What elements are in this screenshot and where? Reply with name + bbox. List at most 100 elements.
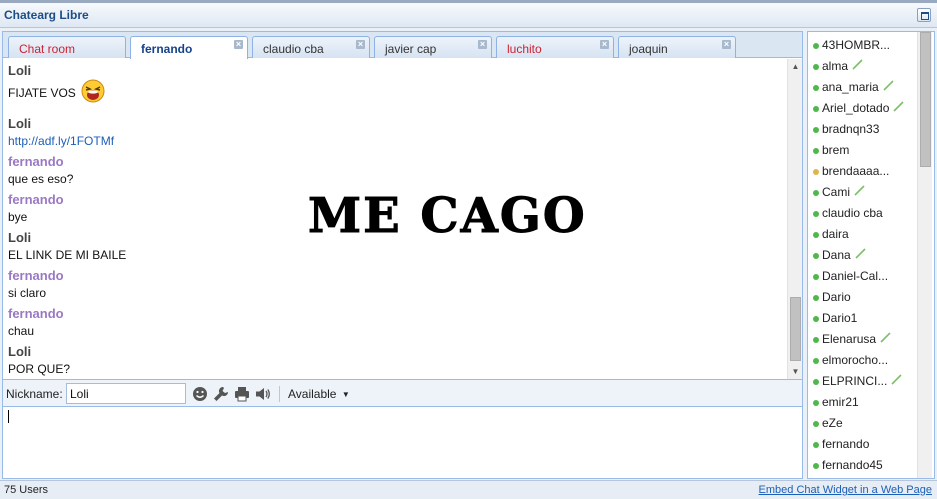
- chat-message: Loli EL LINK DE MI BAILE: [8, 230, 126, 264]
- pencil-icon: [855, 248, 866, 259]
- printer-icon[interactable]: [234, 386, 250, 402]
- tab-luchito[interactable]: luchito ×: [496, 36, 614, 58]
- chat-message: Loli http://adf.ly/1FOTMf: [8, 116, 114, 150]
- user-list-item[interactable]: fernando45: [813, 456, 918, 477]
- presence-dot-icon: [813, 316, 819, 322]
- user-list-item[interactable]: eZe: [813, 414, 918, 435]
- text-caret: [8, 410, 9, 423]
- user-list-item[interactable]: bradnqn33: [813, 120, 918, 141]
- chat-toolbar: Nickname: Available: [3, 379, 802, 407]
- scroll-thumb[interactable]: [790, 297, 801, 361]
- tab-label: joaquin: [629, 42, 668, 56]
- title-bar: Chatearg Libre: [0, 0, 937, 28]
- presence-dot-icon: [813, 379, 819, 385]
- user-name: 43HOMBR...: [822, 38, 891, 52]
- message-author: fernando: [8, 306, 64, 321]
- tab-chat-room[interactable]: Chat room: [8, 36, 126, 58]
- user-list-item[interactable]: brem: [813, 141, 918, 162]
- message-text: POR QUE?: [8, 362, 71, 376]
- message-author: fernando: [8, 154, 64, 169]
- close-icon[interactable]: ×: [600, 40, 609, 49]
- user-list-item[interactable]: 43HOMBR...: [813, 36, 918, 57]
- presence-dot-icon: [813, 169, 819, 175]
- user-list-item[interactable]: elmorocho...: [813, 351, 918, 372]
- close-icon[interactable]: ×: [478, 40, 487, 49]
- presence-dot-icon: [813, 442, 819, 448]
- status-dropdown[interactable]: Available ▼: [288, 387, 350, 401]
- user-list-item[interactable]: Daniel-Cal...: [813, 267, 918, 288]
- user-list-item[interactable]: Cami: [813, 183, 918, 204]
- nickname-input[interactable]: [66, 383, 186, 404]
- embed-widget-link[interactable]: Embed Chat Widget in a Web Page: [759, 484, 932, 496]
- chat-message: fernando bye: [8, 192, 64, 226]
- status-label: Available: [288, 387, 337, 401]
- close-icon[interactable]: ×: [722, 40, 731, 49]
- presence-dot-icon: [813, 358, 819, 364]
- chevron-down-icon: ▼: [341, 390, 350, 399]
- maximize-icon[interactable]: [917, 8, 931, 22]
- user-name: ELPRINCI...: [822, 374, 888, 388]
- message-author: Loli: [8, 230, 32, 245]
- user-list-item[interactable]: daira: [813, 225, 918, 246]
- close-icon[interactable]: ×: [234, 40, 243, 49]
- user-name: ana_maria: [822, 80, 879, 94]
- user-list-item[interactable]: emir21: [813, 393, 918, 414]
- laughing-face-icon: [81, 79, 105, 103]
- chat-message: fernando chau: [8, 306, 64, 340]
- tab-claudio-cba[interactable]: claudio cba ×: [252, 36, 370, 58]
- tab-javier-cap[interactable]: javier cap ×: [374, 36, 492, 58]
- user-name: Ariel_dotado: [822, 101, 890, 115]
- user-list-item[interactable]: alma: [813, 57, 918, 78]
- tab-fernando[interactable]: fernando ×: [130, 36, 248, 59]
- user-name: Cami: [822, 185, 851, 199]
- scroll-thumb[interactable]: [920, 32, 931, 167]
- user-name: emir21: [822, 395, 859, 409]
- user-list-item[interactable]: ana_maria: [813, 78, 918, 99]
- tab-label: javier cap: [385, 42, 437, 56]
- tab-label: fernando: [141, 42, 193, 56]
- user-name: bradnqn33: [822, 122, 880, 136]
- toolbar-separator: [279, 386, 280, 402]
- message-author: fernando: [8, 268, 64, 283]
- user-list-item[interactable]: Dana: [813, 246, 918, 267]
- tab-bar: Chat room fernando × claudio cba × javie…: [3, 32, 802, 59]
- user-list-item[interactable]: brendaaaa...: [813, 162, 918, 183]
- presence-dot-icon: [813, 43, 819, 49]
- chat-message: fernando si claro: [8, 268, 64, 302]
- message-text: si claro: [8, 286, 47, 300]
- chat-message: fernando que es eso?: [8, 154, 73, 188]
- user-name: daira: [822, 227, 849, 241]
- scroll-down-icon[interactable]: ▼: [788, 364, 803, 379]
- message-input[interactable]: [3, 407, 802, 478]
- user-list-item[interactable]: claudio cba: [813, 204, 918, 225]
- pencil-icon: [883, 80, 894, 91]
- user-list-item[interactable]: Ariel_dotado: [813, 99, 918, 120]
- message-scrollbar[interactable]: ▲ ▼: [787, 59, 802, 379]
- scroll-up-icon[interactable]: ▲: [788, 59, 803, 74]
- wrench-icon[interactable]: [213, 386, 229, 402]
- user-list-item[interactable]: Dario1: [813, 309, 918, 330]
- presence-dot-icon: [813, 106, 819, 112]
- user-list-item[interactable]: fernando: [813, 435, 918, 456]
- message-author: Loli: [8, 63, 32, 78]
- user-list-item[interactable]: Dario: [813, 288, 918, 309]
- message-link[interactable]: http://adf.ly/1FOTMf: [8, 132, 114, 150]
- presence-dot-icon: [813, 253, 819, 259]
- user-name: claudio cba: [822, 206, 883, 220]
- user-name: Elenarusa: [822, 332, 877, 346]
- user-name: Daniel-Cal...: [822, 269, 889, 283]
- window-title: Chatearg Libre: [4, 8, 89, 22]
- status-bar: 75 Users Embed Chat Widget in a Web Page: [0, 480, 937, 499]
- smiley-icon[interactable]: [192, 386, 208, 402]
- user-list-item[interactable]: ELPRINCI...: [813, 372, 918, 393]
- pencil-icon: [880, 332, 891, 343]
- speaker-icon[interactable]: [255, 386, 271, 402]
- user-list-scrollbar[interactable]: [917, 32, 932, 478]
- close-icon[interactable]: ×: [356, 40, 365, 49]
- message-author: Loli: [8, 344, 32, 359]
- users-count: 75 Users: [4, 484, 49, 496]
- tab-joaquin[interactable]: joaquin ×: [618, 36, 736, 58]
- presence-dot-icon: [813, 274, 819, 280]
- user-list-item[interactable]: Elenarusa: [813, 330, 918, 351]
- user-list: 43HOMBR... alma ana_maria Ariel_dotadobradn…: [807, 31, 935, 479]
